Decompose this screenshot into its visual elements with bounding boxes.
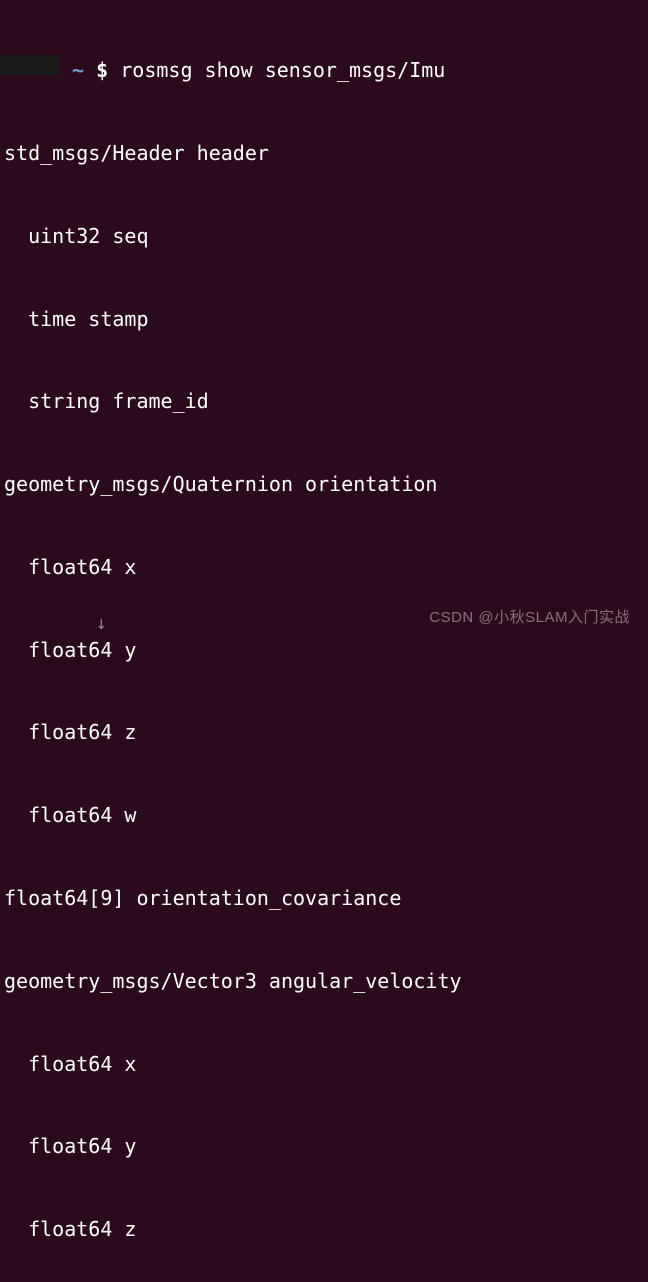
watermark-text: CSDN @小秋SLAM入门实战 [429,608,630,629]
output-line: uint32 seq [4,223,644,251]
output-line: float64 x [4,554,644,582]
output-line: std_msgs/Header header [4,140,644,168]
prompt-line: ~ $ rosmsg show sensor_msgs/Imu [4,57,644,85]
prompt-path: ~ [72,58,84,82]
scroll-hint-icon: ↓ [96,612,107,637]
terminal-window[interactable]: ~ $ rosmsg show sensor_msgs/Imu std_msgs… [4,2,644,1282]
output-line: float64 w [4,802,644,830]
command-text: rosmsg show sensor_msgs/Imu [120,58,445,82]
output-line: geometry_msgs/Vector3 angular_velocity [4,968,644,996]
output-line: float64 z [4,1216,644,1244]
output-line: float64 y [4,1133,644,1161]
output-line: float64 z [4,719,644,747]
output-line: string frame_id [4,388,644,416]
prompt-symbol: $ [96,58,108,82]
output-line: time stamp [4,306,644,334]
output-line: float64[9] orientation_covariance [4,885,644,913]
titlebar-fragment [0,55,60,75]
output-line: geometry_msgs/Quaternion orientation [4,471,644,499]
output-line: float64 x [4,1051,644,1079]
